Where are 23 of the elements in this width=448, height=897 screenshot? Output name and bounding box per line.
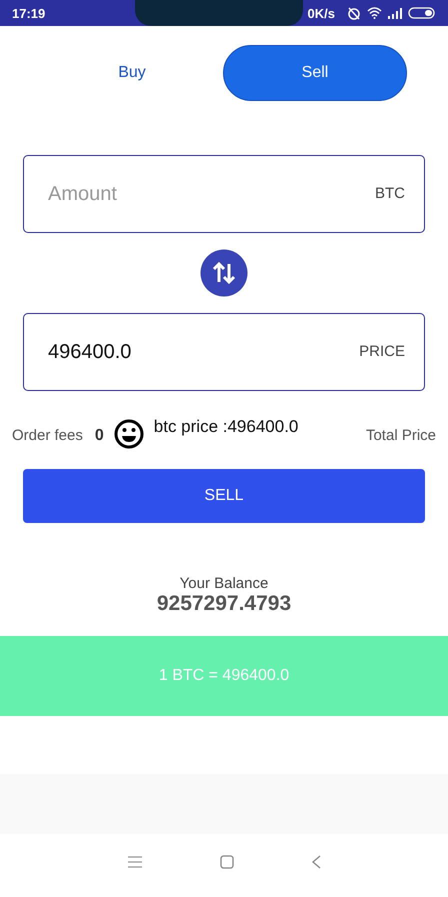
back-icon[interactable] <box>312 854 320 868</box>
total-price-label: Total Price <box>366 427 436 444</box>
rate-banner: 1 BTC = 496400.0 <box>0 636 448 716</box>
status-time: 17:19 <box>12 6 46 20</box>
network-speed: 0K/s <box>308 6 335 20</box>
balance-value: 9257297.4793 <box>156 592 292 616</box>
unit-label: BTC <box>375 185 405 202</box>
btc-price: btc price :496400.0 <box>154 417 298 437</box>
smiley-icon <box>114 419 144 449</box>
order-fees-label: Order fees <box>12 427 83 444</box>
alarm-off-icon <box>347 6 361 20</box>
menu-icon[interactable] <box>128 856 142 868</box>
tab[interactable]: Sell <box>223 45 407 101</box>
unit-label: PRICE <box>359 343 405 360</box>
wifi-icon <box>367 7 382 19</box>
sell-button[interactable]: SELL <box>23 469 425 523</box>
signal-icon <box>388 8 402 18</box>
balance-label: Your Balance <box>180 575 268 592</box>
battery-icon <box>408 7 436 19</box>
order-fees-value: 0 <box>94 427 104 445</box>
tab[interactable]: Buy <box>41 45 223 101</box>
swap-icon[interactable] <box>200 249 248 297</box>
home-icon[interactable] <box>220 854 234 868</box>
